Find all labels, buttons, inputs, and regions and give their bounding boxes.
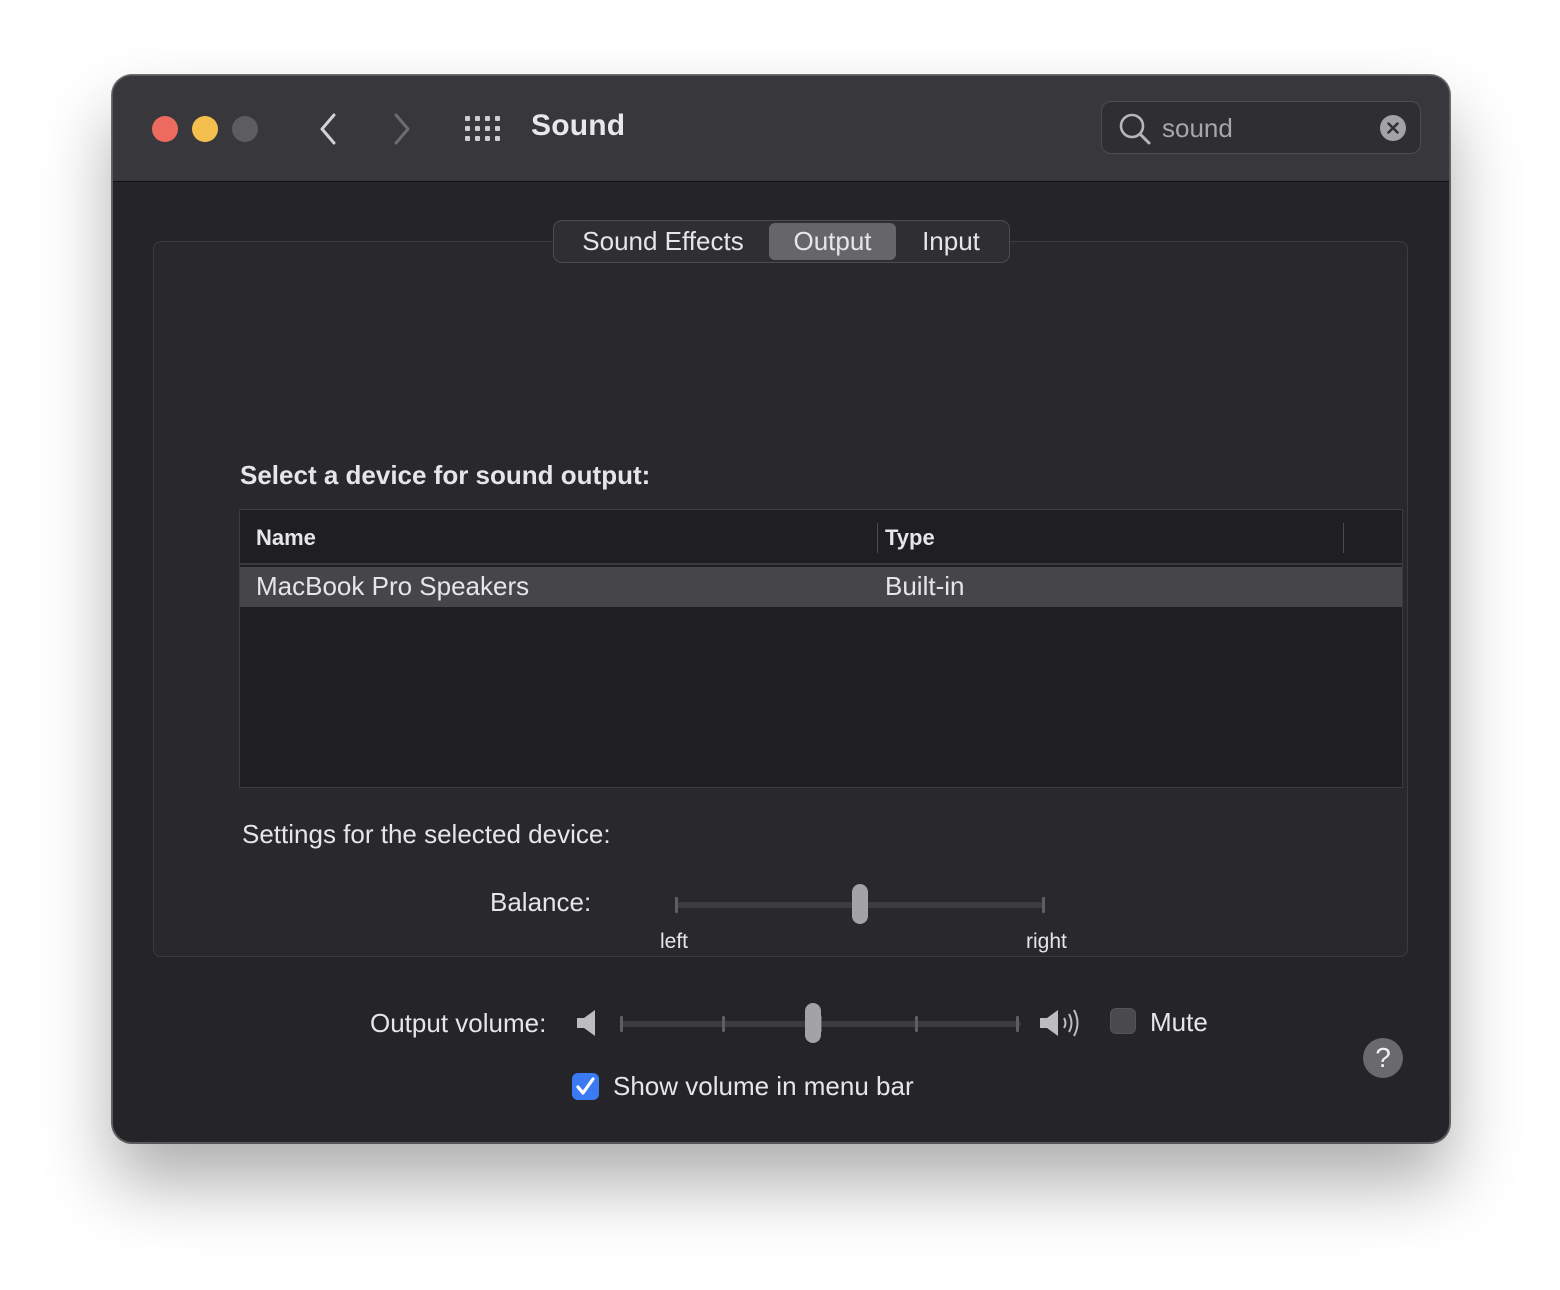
tab-view-panel: Select a device for sound output: Name T… <box>153 241 1408 1078</box>
grid-dot <box>465 126 470 131</box>
output-volume-slider[interactable] <box>618 1001 1028 1049</box>
minimize-button[interactable] <box>192 116 218 142</box>
show-all-grid-icon <box>465 116 500 141</box>
mute-label: Mute <box>1150 1007 1208 1037</box>
grid-dot <box>465 136 470 141</box>
window-title: Sound <box>531 109 626 142</box>
tab-input[interactable]: Input <box>896 223 1006 260</box>
grid-dot <box>495 116 500 121</box>
question-mark-icon: ? <box>1375 1042 1391 1073</box>
volume-tick <box>620 1016 623 1032</box>
show-volume-label: Show volume in menu bar <box>613 1071 914 1101</box>
help-button[interactable]: ? <box>1363 1038 1403 1078</box>
balance-label: Balance: <box>490 887 592 917</box>
speaker-high-icon <box>1040 1009 1079 1037</box>
back-button[interactable] <box>313 112 343 146</box>
volume-tick <box>915 1016 918 1032</box>
title-bar: Sound <box>113 76 1449 182</box>
search-input[interactable] <box>1162 110 1362 146</box>
grid-dot <box>475 136 480 141</box>
grid-dot <box>485 136 490 141</box>
balance-tick-right <box>1042 897 1045 913</box>
grid-dot <box>495 126 500 131</box>
volume-slider-thumb[interactable] <box>805 1003 821 1043</box>
balance-left-label: left <box>660 930 689 953</box>
balance-slider-thumb[interactable] <box>852 884 868 924</box>
magnifying-glass-icon <box>1119 113 1151 145</box>
output-device-table[interactable]: Name Type MacBook Pro Speakers Built-in <box>239 509 1403 788</box>
show-volume-checkbox[interactable] <box>572 1073 599 1100</box>
search-field[interactable] <box>1101 101 1421 154</box>
tab-selector: Sound Effects Output Input <box>553 220 1010 263</box>
grid-dot <box>465 116 470 121</box>
show-all-button[interactable] <box>463 113 503 145</box>
table-header: Name Type <box>240 510 1402 565</box>
column-separator <box>1343 523 1344 553</box>
column-separator <box>877 523 878 553</box>
search-clear-button[interactable] <box>1380 115 1406 141</box>
sound-preferences-window: Sound Select a device for sound output: … <box>112 75 1450 1143</box>
checkmark-icon <box>576 1077 595 1095</box>
tab-sound-effects[interactable]: Sound Effects <box>557 223 769 260</box>
close-button[interactable] <box>152 116 178 142</box>
chevron-right-icon <box>394 113 410 145</box>
settings-label: Settings for the selected device: <box>242 819 611 849</box>
speaker-low-icon <box>577 1010 595 1036</box>
mute-checkbox[interactable] <box>1110 1008 1136 1034</box>
volume-tick <box>1016 1016 1019 1032</box>
output-volume-label: Output volume: <box>370 1008 547 1038</box>
column-header-name[interactable]: Name <box>256 525 316 551</box>
table-row[interactable]: MacBook Pro Speakers Built-in <box>240 567 1402 607</box>
device-name-cell: MacBook Pro Speakers <box>256 571 530 601</box>
grid-dot <box>495 136 500 141</box>
volume-tick <box>722 1016 725 1032</box>
chevron-left-icon <box>320 113 336 145</box>
grid-dot <box>475 116 480 121</box>
output-section-title: Select a device for sound output: <box>240 460 651 490</box>
tab-output[interactable]: Output <box>769 223 896 260</box>
clear-circle-x-icon <box>1387 122 1399 134</box>
column-header-type[interactable]: Type <box>885 525 935 551</box>
balance-tick-left <box>675 897 678 913</box>
balance-slider[interactable] <box>669 882 1049 930</box>
zoom-button[interactable] <box>232 116 258 142</box>
balance-right-label: right <box>1026 930 1067 953</box>
grid-dot <box>475 126 480 131</box>
device-type-cell: Built-in <box>885 571 965 601</box>
grid-dot <box>485 116 490 121</box>
forward-button[interactable] <box>387 112 417 146</box>
grid-dot <box>485 126 490 131</box>
